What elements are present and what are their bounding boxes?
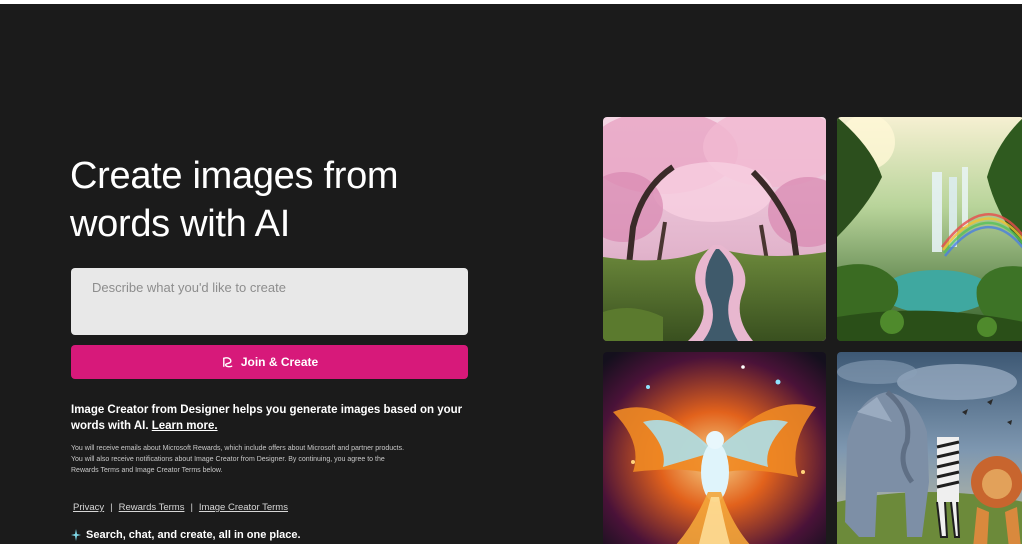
hero-title: Create images from words with AI	[70, 155, 399, 245]
learn-more-link[interactable]: Learn more.	[152, 420, 218, 432]
gallery-image-origami-animals[interactable]	[837, 352, 1022, 544]
legal-notice: You will receive emails about Microsoft …	[71, 445, 405, 474]
join-and-create-button[interactable]: Join & Create	[71, 345, 468, 379]
image-creator-terms-link[interactable]: Image Creator Terms	[199, 502, 288, 513]
gallery-image-fiery-phoenix[interactable]	[603, 352, 826, 544]
info-description: Image Creator from Designer helps you ge…	[71, 402, 471, 434]
link-separator: |	[190, 502, 193, 513]
privacy-link[interactable]: Privacy	[73, 502, 104, 513]
gallery-image-cherry-blossom-path[interactable]	[603, 117, 826, 341]
prompt-input[interactable]	[71, 268, 468, 335]
join-button-label: Join & Create	[240, 355, 319, 369]
sparkle-icon	[71, 529, 81, 541]
gallery-image-jungle-waterfall[interactable]	[837, 117, 1022, 341]
rewards-terms-link[interactable]: Rewards Terms	[119, 502, 185, 513]
link-separator: |	[110, 502, 113, 513]
info-text: Image Creator from Designer helps you ge…	[71, 404, 463, 432]
tagline-text: Search, chat, and create, all in one pla…	[86, 529, 301, 541]
designer-logo-icon	[221, 356, 234, 369]
tagline: Search, chat, and create, all in one pla…	[71, 529, 301, 541]
page-background: Create images from words with AI Join & …	[0, 4, 1022, 544]
footer-links: Privacy | Rewards Terms | Image Creator …	[73, 502, 288, 513]
